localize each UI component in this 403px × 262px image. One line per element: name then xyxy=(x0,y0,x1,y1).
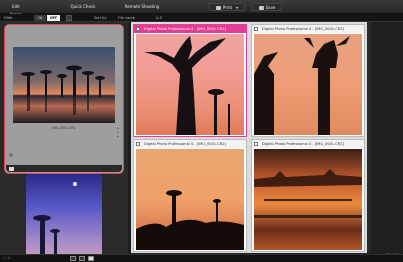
thumbnail-image-2[interactable] xyxy=(26,174,102,259)
moon-icon xyxy=(73,182,77,186)
right-panel: 0/0 / 0/0 xyxy=(371,22,403,257)
save-label: Save xyxy=(265,5,276,10)
filter-off-toggle[interactable]: OFF xyxy=(47,15,60,21)
quick-check-label: Quick Check xyxy=(70,4,96,9)
print-label: Print xyxy=(222,5,233,10)
remote-shooting-label: Remote Shooting xyxy=(124,4,160,9)
water-reflection-icon xyxy=(254,169,362,218)
main-toolbar: Edit Image Quick Check Remote Shooting P… xyxy=(0,0,403,17)
printer-icon xyxy=(215,6,221,10)
thumbnail-info-icon: ▪ ▪ ▪ xyxy=(117,127,119,138)
viewer-window-3[interactable]: Digital Photo Professional 4 - [IMG_0001… xyxy=(133,139,247,252)
layout-double-icon[interactable] xyxy=(79,256,85,261)
baobab-closeup-icon xyxy=(144,36,230,135)
thumbnail-rating-icon[interactable] xyxy=(9,153,13,157)
save-button[interactable]: Save xyxy=(252,3,282,11)
viewer-window-1[interactable]: Digital Photo Professional 4 - [IMG_0001… xyxy=(133,24,247,137)
check-mark-icon[interactable] xyxy=(9,166,14,171)
thumbnail-selected[interactable]: IMG_0001.CR2 ▪ ▪ ▪ xyxy=(4,24,124,174)
viewer-grid: Digital Photo Professional 4 - [IMG_0001… xyxy=(131,22,367,253)
window-checkbox[interactable] xyxy=(254,27,258,31)
print-button[interactable]: Print ▾ xyxy=(209,3,245,11)
viewer-window-title: Digital Photo Professional 4 - [IMG_0001… xyxy=(252,140,364,148)
viewer-image xyxy=(254,34,362,135)
status-bar: 1 / 0 xyxy=(0,254,403,262)
save-icon xyxy=(258,6,264,10)
viewer-window-2[interactable]: Digital Photo Professional 4 - [IMG_0001… xyxy=(251,24,365,137)
viewer-image xyxy=(136,34,244,135)
quick-check-button[interactable]: Quick Check xyxy=(70,3,96,11)
remote-shooting-button[interactable]: Remote Shooting xyxy=(124,3,160,11)
filter-on-toggle[interactable]: ON xyxy=(34,15,46,21)
thumbnail-panel: IMG_0001.CR2 ▪ ▪ ▪ xyxy=(0,22,128,259)
status-text: 1 / 0 xyxy=(3,256,11,260)
viewer-window-title: Digital Photo Professional 4 - [IMG_0001… xyxy=(134,25,246,33)
sort-label: Sort by xyxy=(94,16,107,20)
baobab-silhouette-icon xyxy=(21,65,105,115)
thumbnail-image xyxy=(13,47,115,123)
filter-settings-icon[interactable] xyxy=(66,15,72,21)
layout-single-icon[interactable] xyxy=(70,256,76,261)
filter-bar: Filter ON OFF Sort by File name A-Z xyxy=(0,14,403,22)
viewer-window-title: Digital Photo Professional 4 - [IMG_0001… xyxy=(252,25,364,33)
sort-order-toggle[interactable]: A-Z xyxy=(156,15,162,21)
filter-label: Filter xyxy=(4,16,13,20)
viewer-image xyxy=(254,149,362,250)
baobab-tree-icon xyxy=(33,215,60,259)
layout-grid-icon[interactable] xyxy=(88,256,94,261)
sort-dropdown[interactable]: File name xyxy=(118,15,135,21)
viewer-image xyxy=(136,149,244,250)
window-checkbox[interactable] xyxy=(136,142,140,146)
edit-image-button[interactable]: Edit Image xyxy=(6,3,26,17)
baobab-pair-icon xyxy=(254,36,350,135)
window-checkbox[interactable] xyxy=(254,142,258,146)
thumbnail-status-bar xyxy=(6,165,122,172)
viewer-window-title: Digital Photo Professional 4 - [IMG_0001… xyxy=(134,140,246,148)
thumbnail-filename: IMG_0001.CR2 xyxy=(52,126,76,130)
print-dropdown-icon[interactable]: ▾ xyxy=(236,5,238,10)
window-checkbox[interactable] xyxy=(136,27,140,31)
baobab-sunset-icon xyxy=(136,190,244,250)
viewer-window-4[interactable]: Digital Photo Professional 4 - [IMG_0001… xyxy=(251,139,365,252)
